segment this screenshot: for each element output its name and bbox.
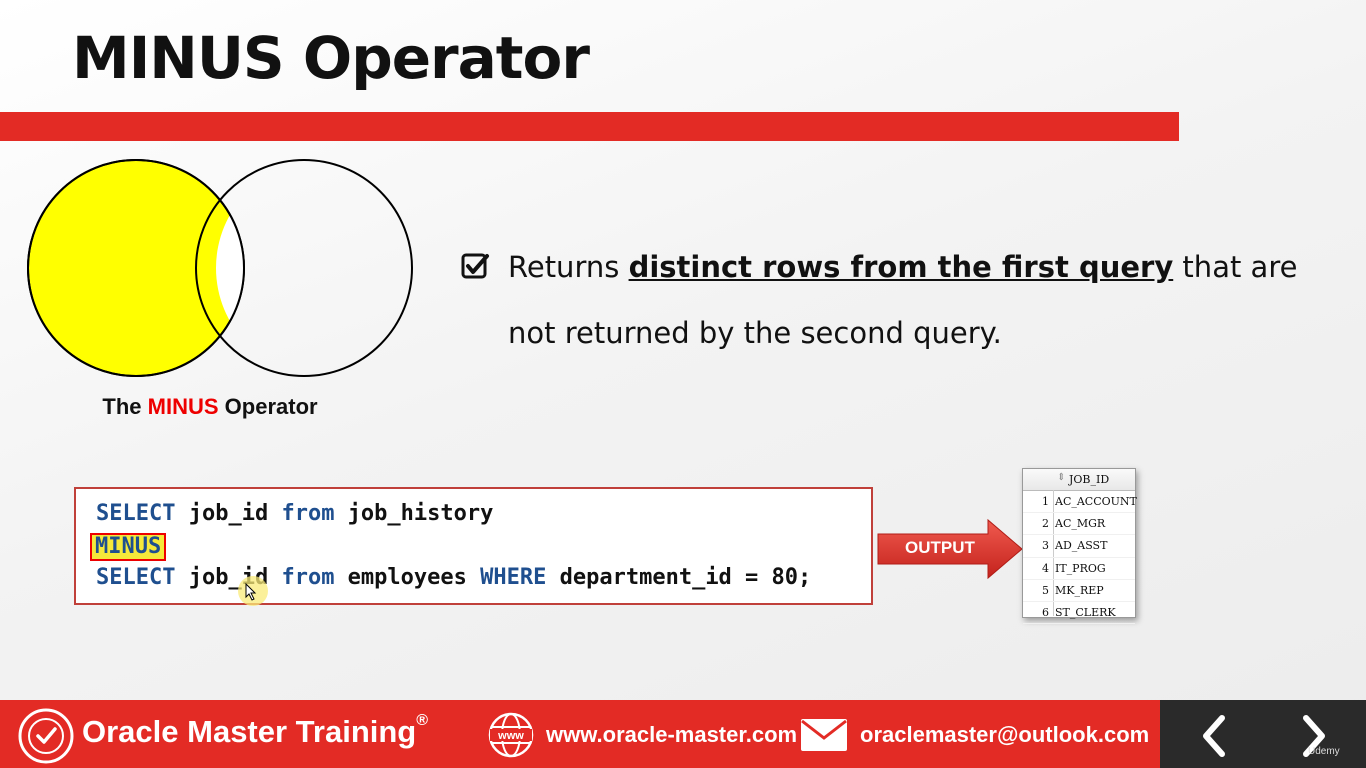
udemy-watermark: Udemy bbox=[1308, 746, 1340, 757]
table-row[interactable]: 3 AD_ASST bbox=[1023, 535, 1135, 558]
output-label: OUTPUT bbox=[905, 538, 975, 557]
mouse-pointer-icon bbox=[245, 583, 257, 601]
globe-www-icon: www bbox=[488, 712, 534, 758]
query-result-grid: ⇕ JOB_ID 1 AC_ACCOUNT 2 AC_MGR 3 AD_ASST 4I… bbox=[1022, 468, 1137, 625]
table-row[interactable]: 4 IT_PROG bbox=[1023, 558, 1135, 580]
sql-code-box: SELECT job_id from job_history MINUS SEL… bbox=[74, 487, 873, 605]
table-row[interactable]: 1 AC_ACCOUNT bbox=[1023, 491, 1137, 514]
minus-venn-diagram bbox=[27, 159, 413, 377]
venn-left-circle bbox=[27, 159, 245, 377]
code-line-1: SELECT job_id from job_history bbox=[96, 501, 494, 526]
svg-text:www: www bbox=[497, 730, 524, 742]
result-column-label: JOB_ID bbox=[1069, 473, 1110, 486]
footer-nav-panel bbox=[1160, 700, 1366, 768]
minus-keyword-highlight: MINUS bbox=[90, 533, 167, 561]
certified-seal-icon bbox=[18, 708, 74, 764]
email-link[interactable]: oraclemaster@outlook.com bbox=[860, 722, 1149, 748]
table-row[interactable]: 6 ST_CLERK bbox=[1023, 602, 1135, 625]
previous-slide-button[interactable] bbox=[1196, 714, 1232, 758]
code-line-2: MINUS bbox=[90, 533, 167, 561]
slide-title: MINUS Operator bbox=[72, 24, 590, 92]
bullet-text: Returns distinct rows from the first que… bbox=[508, 250, 1298, 350]
table-row[interactable]: 5 MK_REP bbox=[1023, 580, 1135, 602]
brand-name: Oracle Master Training® bbox=[82, 712, 429, 749]
title-underline-bar bbox=[0, 112, 1179, 141]
bullet-emphasis: distinct rows from the first query bbox=[628, 250, 1174, 284]
mail-icon bbox=[801, 719, 847, 751]
sort-icon: ⇕ bbox=[1057, 472, 1066, 483]
table-row[interactable]: 2 AC_MGR bbox=[1023, 513, 1135, 536]
venn-caption: The MINUS Operator bbox=[102, 394, 318, 419]
venn-caption-keyword: MINUS bbox=[147, 394, 219, 419]
website-link[interactable]: www.oracle-master.com bbox=[546, 722, 797, 748]
checkbox-checked-icon bbox=[461, 253, 489, 279]
result-column-header[interactable]: ⇕ JOB_ID bbox=[1023, 469, 1135, 491]
code-line-3: SELECT job_id from employees WHERE depar… bbox=[96, 565, 812, 590]
